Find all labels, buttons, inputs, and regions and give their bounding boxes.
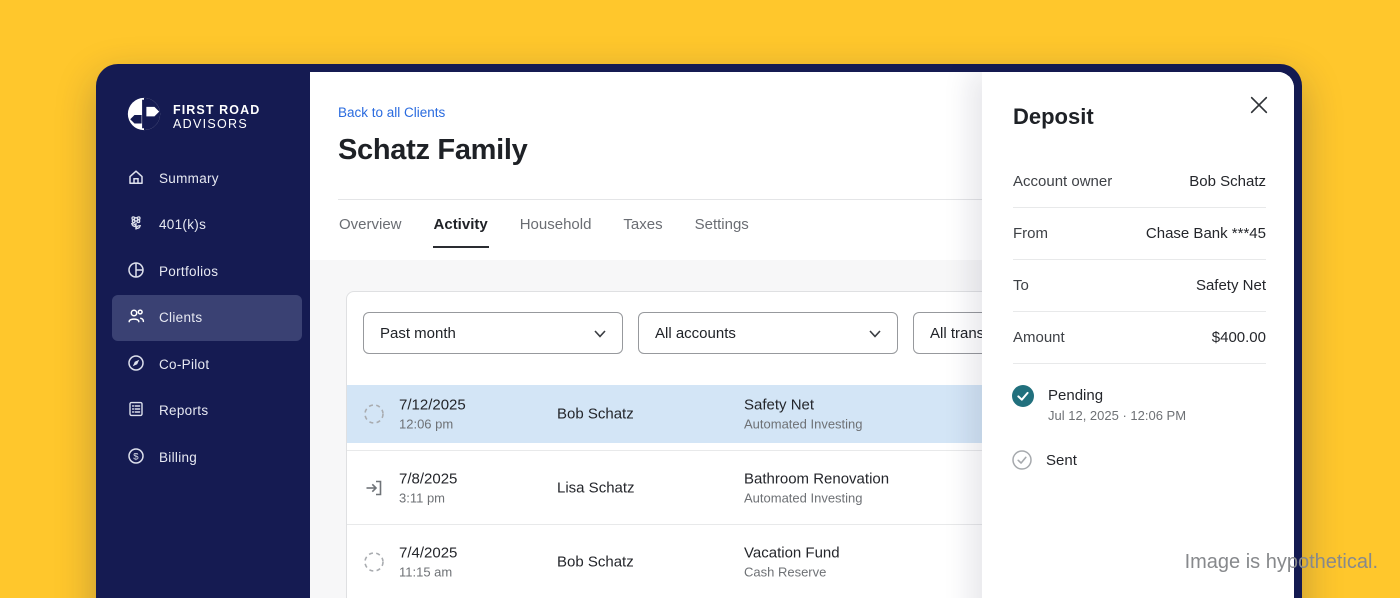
- field-from: From Chase Bank ***45: [1013, 208, 1266, 260]
- field-value: Chase Bank ***45: [1145, 225, 1266, 242]
- sidebar-item-label: Co-Pilot: [159, 356, 210, 372]
- app-window: FIRST ROAD ADVISORS Summary 401(k)s Port…: [96, 64, 1302, 598]
- sidebar-item-summary[interactable]: Summary: [112, 155, 302, 202]
- desktop-background: FIRST ROAD ADVISORS Summary 401(k)s Port…: [0, 0, 1400, 598]
- back-to-clients-link[interactable]: Back to all Clients: [338, 105, 445, 120]
- sidebar-item-label: Billing: [159, 449, 198, 465]
- field-label: Account owner: [1013, 173, 1113, 190]
- date-range-filter[interactable]: Past month: [363, 312, 623, 354]
- first-road-logo-icon: [125, 95, 163, 138]
- svg-text:$: $: [133, 451, 139, 462]
- pending-circle-icon: [363, 551, 385, 573]
- row-account-type: Cash Reserve: [744, 564, 827, 579]
- field-label: From: [1013, 225, 1048, 242]
- row-client-name: Bob Schatz: [557, 405, 634, 423]
- page-title: Schatz Family: [338, 134, 528, 166]
- row-account-type: Automated Investing: [744, 416, 863, 432]
- flower-icon: [127, 214, 145, 235]
- timeline-timestamp: Jul 12, 2025 · 12:06 PM: [1048, 408, 1187, 423]
- accounts-filter[interactable]: All accounts: [638, 312, 898, 354]
- field-label: Amount: [1013, 329, 1065, 346]
- sidebar-item-co-pilot[interactable]: Co-Pilot: [112, 341, 302, 388]
- check-circle-filled-icon: [1012, 385, 1034, 423]
- transactions-value: All trans: [930, 324, 985, 342]
- chevron-down-icon: [869, 325, 881, 342]
- sidebar-item-label: Clients: [159, 310, 203, 326]
- sidebar-nav: Summary 401(k)s Portfolios Clients Co-Pi…: [112, 155, 302, 481]
- tab-household[interactable]: Household: [519, 200, 593, 248]
- sidebar-item-label: 401(k)s: [159, 217, 207, 233]
- accounts-value: All accounts: [655, 324, 736, 342]
- close-icon[interactable]: [1250, 96, 1268, 114]
- row-client-name: Bob Schatz: [557, 553, 634, 570]
- sidebar-item-reports[interactable]: Reports: [112, 388, 302, 435]
- pie-chart-icon: [127, 261, 145, 282]
- tab-settings[interactable]: Settings: [694, 200, 750, 248]
- tab-activity[interactable]: Activity: [432, 200, 489, 248]
- compass-icon: [127, 354, 145, 375]
- sidebar-item-401ks[interactable]: 401(k)s: [112, 202, 302, 249]
- tab-bar: Overview Activity Household Taxes Settin…: [338, 200, 750, 248]
- people-icon: [127, 307, 145, 328]
- hypothetical-disclaimer: Image is hypothetical.: [1184, 551, 1378, 573]
- home-icon: [127, 168, 145, 189]
- row-time: 12:06 pm: [399, 416, 454, 432]
- sidebar-item-clients[interactable]: Clients: [112, 294, 302, 341]
- sidebar-item-label: Portfolios: [159, 263, 219, 279]
- row-client-name: Lisa Schatz: [557, 479, 635, 496]
- row-fund: Bathroom Renovation: [744, 470, 890, 487]
- row-date: 7/12/2025: [399, 396, 466, 414]
- field-value: Bob Schatz: [1189, 173, 1266, 190]
- row-account-type: Automated Investing: [744, 490, 863, 505]
- tab-taxes[interactable]: Taxes: [622, 200, 663, 248]
- chevron-down-icon: [594, 325, 606, 342]
- field-value: $400.00: [1211, 329, 1266, 346]
- row-fund: Safety Net: [744, 396, 815, 414]
- timeline-step-pending: Pending Jul 12, 2025 · 12:06 PM: [1012, 385, 1186, 423]
- tab-overview[interactable]: Overview: [338, 200, 403, 248]
- sidebar-item-label: Reports: [159, 403, 209, 419]
- panel-title: Deposit: [1013, 104, 1094, 129]
- brand-name-line2: ADVISORS: [173, 116, 248, 131]
- row-date: 7/8/2025: [399, 470, 458, 487]
- date-range-value: Past month: [380, 324, 456, 342]
- dollar-icon: $: [127, 447, 145, 468]
- timeline-label: Pending: [1048, 387, 1104, 404]
- report-icon: [127, 400, 145, 421]
- row-time: 3:11 pm: [399, 490, 446, 505]
- sidebar: FIRST ROAD ADVISORS Summary 401(k)s Port…: [96, 64, 310, 598]
- timeline-label: Sent: [1046, 452, 1077, 469]
- brand-logo: FIRST ROAD ADVISORS: [125, 95, 260, 138]
- timeline-step-sent: Sent: [1012, 450, 1077, 475]
- deposit-in-icon: [363, 477, 385, 499]
- field-value: Safety Net: [1195, 277, 1266, 294]
- field-label: To: [1013, 277, 1029, 294]
- field-amount: Amount $400.00: [1013, 312, 1266, 364]
- check-circle-outline-icon: [1012, 450, 1032, 475]
- deposit-detail-panel: Deposit Account owner Bob Schatz From Ch…: [982, 72, 1294, 598]
- brand-name-line1: FIRST ROAD: [173, 102, 261, 117]
- field-to: To Safety Net: [1013, 260, 1266, 312]
- row-time: 11:15 am: [399, 564, 453, 579]
- deposit-fields: Account owner Bob Schatz From Chase Bank…: [1013, 156, 1266, 364]
- field-account-owner: Account owner Bob Schatz: [1013, 156, 1266, 208]
- sidebar-item-billing[interactable]: $ Billing: [112, 434, 302, 481]
- sidebar-item-label: Summary: [159, 170, 219, 186]
- pending-circle-icon: [363, 403, 385, 425]
- sidebar-item-portfolios[interactable]: Portfolios: [112, 248, 302, 295]
- row-date: 7/4/2025: [399, 544, 458, 561]
- row-fund: Vacation Fund: [744, 544, 840, 561]
